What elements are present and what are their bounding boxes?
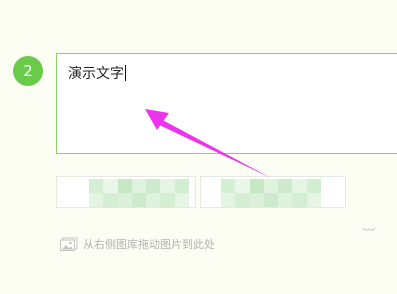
chevron-down-icon[interactable]: [362, 225, 376, 235]
text-input-content: 演示文字: [68, 63, 126, 83]
image-slot-row: [56, 176, 346, 208]
text-caret: [125, 65, 126, 81]
text-input-area[interactable]: 演示文字: [56, 53, 397, 154]
image-slot-1[interactable]: [56, 176, 196, 208]
step-number-badge: 2: [13, 56, 43, 86]
image-placeholder-1: [89, 179, 189, 207]
drag-hint-label: 从右侧图库拖动图片到此处: [83, 238, 215, 251]
drag-hint: 从右侧图库拖动图片到此处: [60, 236, 215, 252]
image-icon: [60, 237, 78, 251]
editor-text: 演示文字: [68, 66, 124, 82]
image-slot-2[interactable]: [200, 176, 346, 208]
image-placeholder-2: [221, 179, 321, 207]
